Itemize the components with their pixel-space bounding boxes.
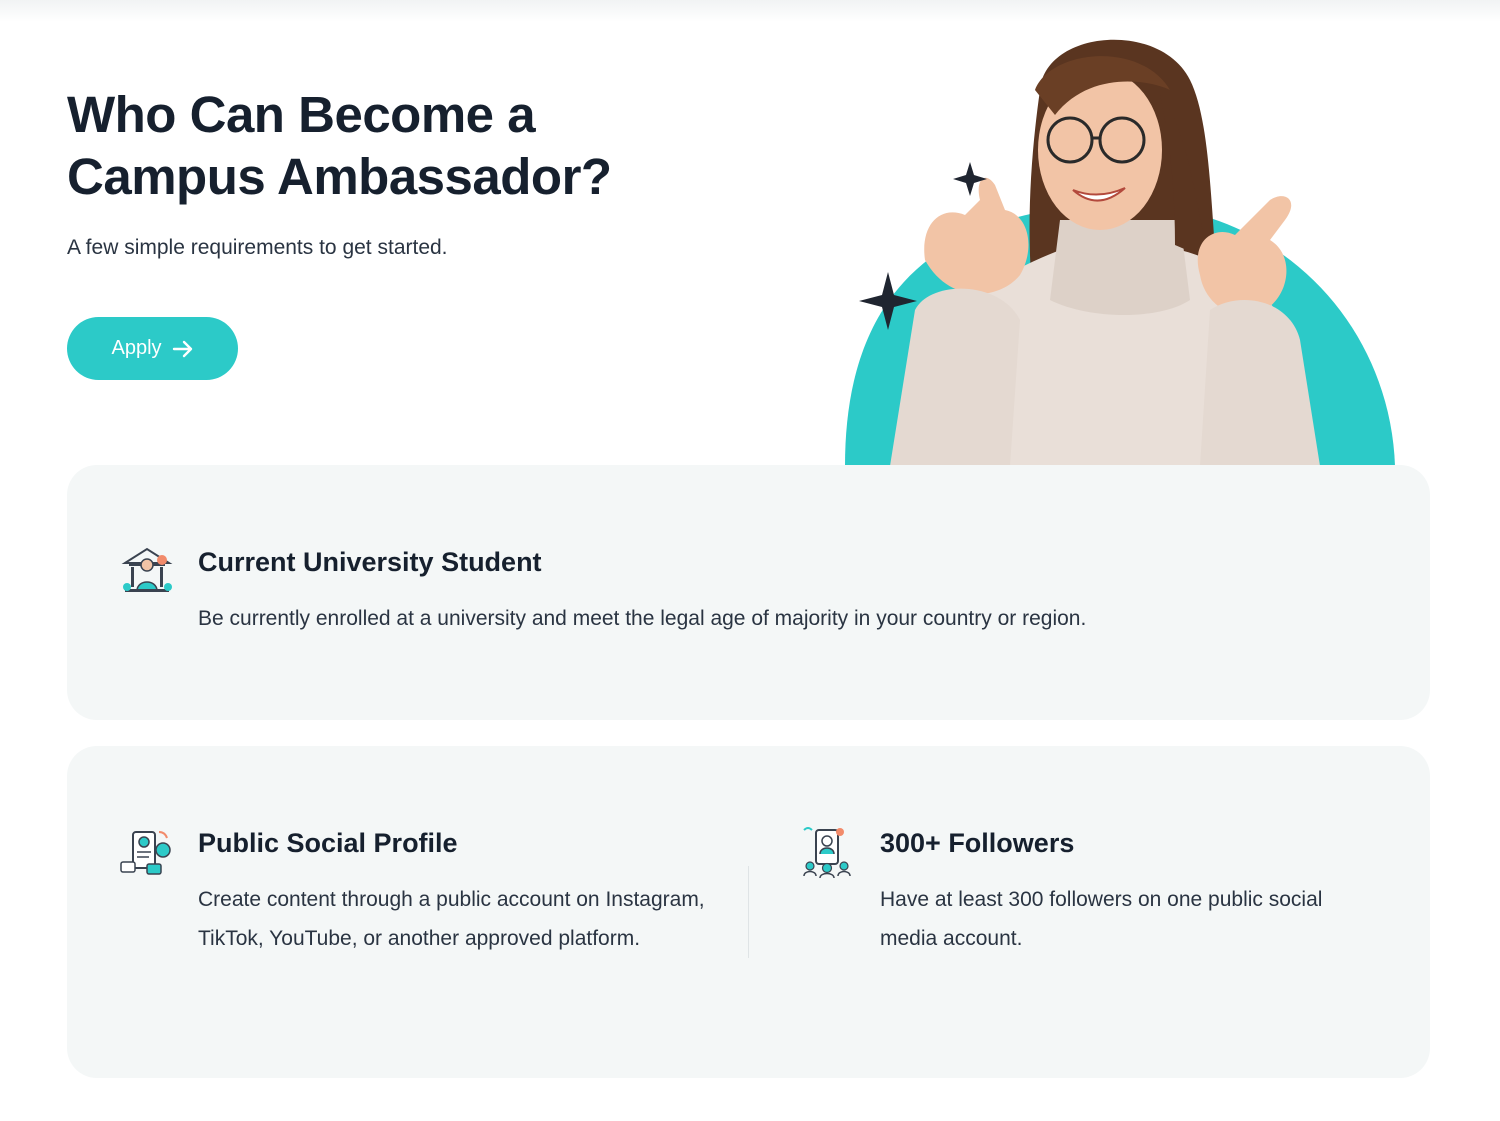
hero-section: Who Can Become a Campus Ambassador? A fe…: [0, 0, 1500, 470]
social-profile-icon: [119, 826, 175, 882]
requirement-card-social: Public Social Profile Create content thr…: [67, 746, 1430, 1078]
hero-illustration: [830, 20, 1430, 466]
followers-icon: [800, 824, 856, 880]
requirement-description: Have at least 300 followers on one publi…: [880, 888, 1323, 950]
page-title-line-2: Campus Ambassador?: [67, 148, 612, 205]
column-divider: [748, 866, 749, 958]
page-subtitle: A few simple requirements to get started…: [67, 236, 448, 259]
requirement-description: Be currently enrolled at a university an…: [198, 607, 1087, 630]
requirement-description: Create content through a public account …: [198, 888, 705, 950]
university-student-icon: [119, 543, 175, 599]
apply-button-label: Apply: [111, 337, 162, 359]
requirement-title: 300+ Followers: [880, 828, 1075, 858]
page-title: Who Can Become a Campus Ambassador?: [67, 84, 687, 208]
apply-button[interactable]: Apply: [67, 317, 238, 380]
requirement-card-student: Current University Student Be currently …: [67, 465, 1430, 720]
requirement-title: Public Social Profile: [198, 828, 458, 858]
requirement-title: Current University Student: [198, 547, 542, 577]
arrow-right-icon: [172, 340, 194, 358]
page-title-line-1: Who Can Become a: [67, 86, 536, 143]
